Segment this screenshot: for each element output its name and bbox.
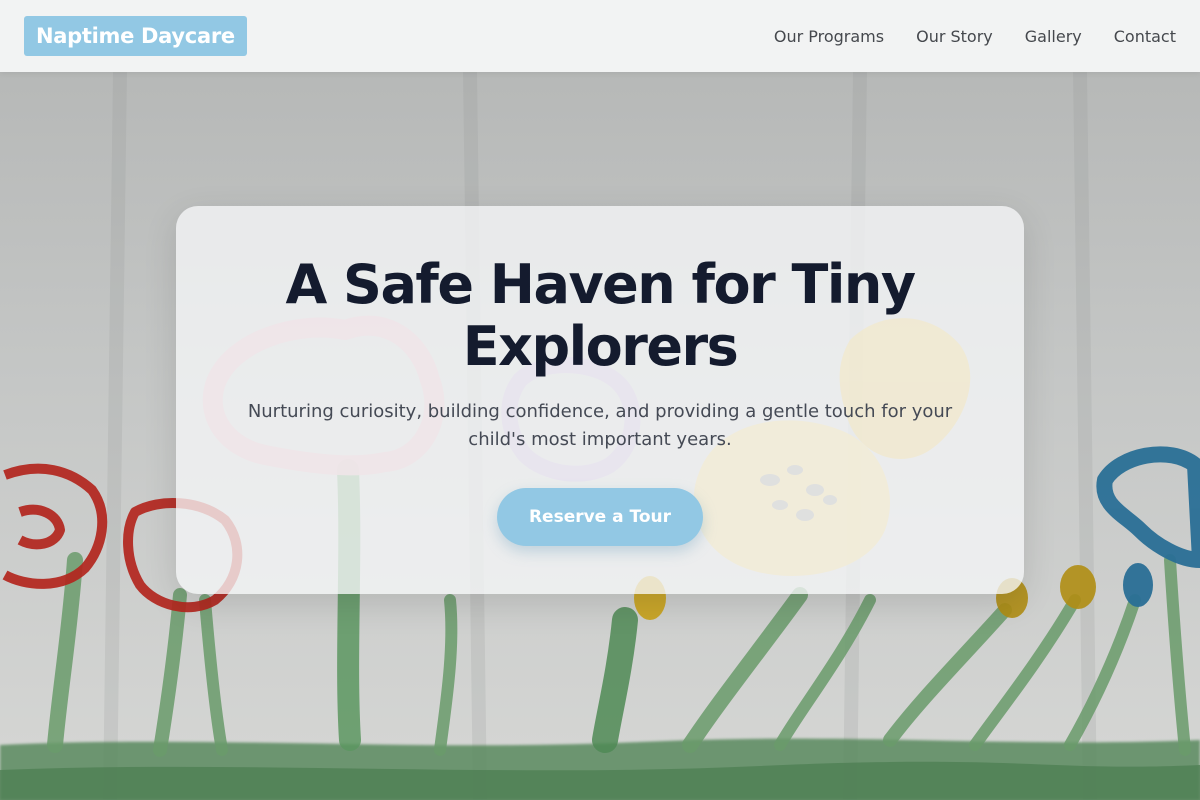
reserve-tour-button[interactable]: Reserve a Tour bbox=[496, 488, 704, 546]
hero-card: A Safe Haven for Tiny Explorers Nurturin… bbox=[176, 206, 1024, 594]
nav-link-our-story[interactable]: Our Story bbox=[916, 27, 993, 46]
hero-subtitle: Nurturing curiosity, building confidence… bbox=[247, 401, 953, 450]
nav-link-gallery[interactable]: Gallery bbox=[1025, 27, 1082, 46]
nav-link-our-programs[interactable]: Our Programs bbox=[774, 27, 884, 46]
top-navbar: Naptime Daycare Our Programs Our Story G… bbox=[0, 0, 1200, 72]
hero-title: A Safe Haven for Tiny Explorers bbox=[285, 253, 916, 378]
site-logo[interactable]: Naptime Daycare bbox=[24, 16, 247, 56]
nav-link-contact[interactable]: Contact bbox=[1114, 27, 1176, 46]
main-nav: Our Programs Our Story Gallery Contact bbox=[774, 0, 1176, 72]
